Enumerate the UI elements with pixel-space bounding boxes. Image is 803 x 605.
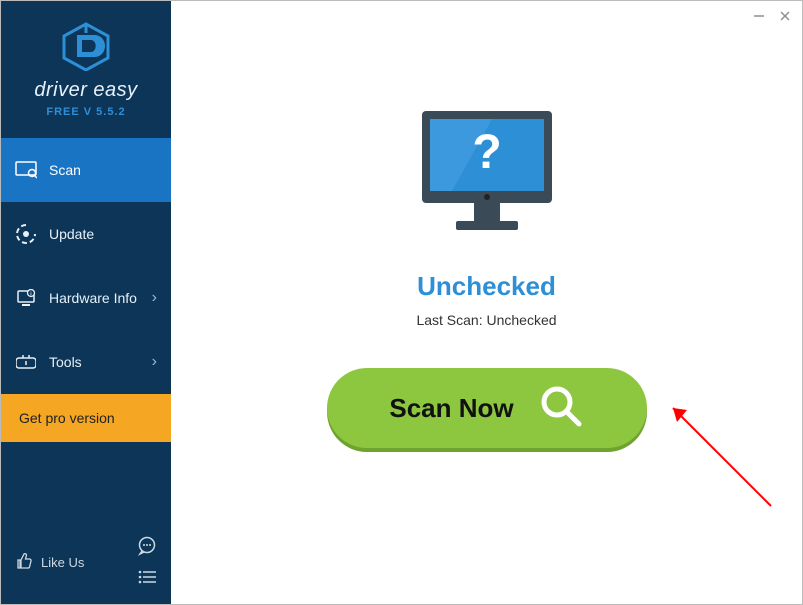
magnifier-icon xyxy=(538,383,584,434)
bottom-bar: Like Us xyxy=(1,524,171,604)
hardware-icon: i xyxy=(15,289,37,307)
close-button[interactable] xyxy=(778,9,792,26)
chevron-right-icon: › xyxy=(152,289,157,307)
scan-button-label: Scan Now xyxy=(389,393,513,424)
minimize-button[interactable] xyxy=(752,9,766,26)
status-subtitle: Last Scan: Unchecked xyxy=(416,312,556,328)
brand-name: driver easy xyxy=(1,79,171,102)
sidebar-item-label: Hardware Info xyxy=(49,290,137,306)
app-logo-icon xyxy=(59,21,113,71)
main-panel: ? Unchecked Last Scan: Unchecked Scan No… xyxy=(171,1,802,604)
sidebar-item-hardware[interactable]: i Hardware Info › xyxy=(1,266,171,330)
thumbs-up-icon xyxy=(15,552,33,573)
status-title: Unchecked xyxy=(417,271,556,302)
get-pro-button[interactable]: Get pro version xyxy=(1,394,171,442)
sidebar-item-scan[interactable]: Scan xyxy=(1,138,171,202)
bottom-right-icons xyxy=(137,536,157,588)
chevron-right-icon: › xyxy=(152,353,157,371)
sidebar-item-label: Update xyxy=(49,226,94,242)
get-pro-label: Get pro version xyxy=(19,410,115,426)
sidebar-item-tools[interactable]: Tools › xyxy=(1,330,171,394)
sidebar-item-label: Scan xyxy=(49,162,81,178)
scan-icon xyxy=(15,161,37,179)
logo-block: driver easy FREE V 5.5.2 xyxy=(1,1,171,128)
sidebar: driver easy FREE V 5.5.2 Scan Update i H… xyxy=(1,1,171,604)
feedback-icon[interactable] xyxy=(137,536,157,559)
svg-text:?: ? xyxy=(472,126,501,179)
menu-list-icon[interactable] xyxy=(137,569,157,588)
sidebar-item-label: Tools xyxy=(49,354,82,370)
like-us-button[interactable]: Like Us xyxy=(41,555,84,570)
scan-now-button[interactable]: Scan Now xyxy=(327,368,647,448)
sidebar-item-update[interactable]: Update xyxy=(1,202,171,266)
nav: Scan Update i Hardware Info › Tools › Ge… xyxy=(1,138,171,524)
annotation-arrow xyxy=(661,396,781,516)
brand-version: FREE V 5.5.2 xyxy=(1,106,171,118)
tools-icon xyxy=(15,353,37,371)
monitor-illustration: ? xyxy=(412,106,562,251)
window-controls xyxy=(752,9,792,26)
update-icon xyxy=(15,224,37,244)
